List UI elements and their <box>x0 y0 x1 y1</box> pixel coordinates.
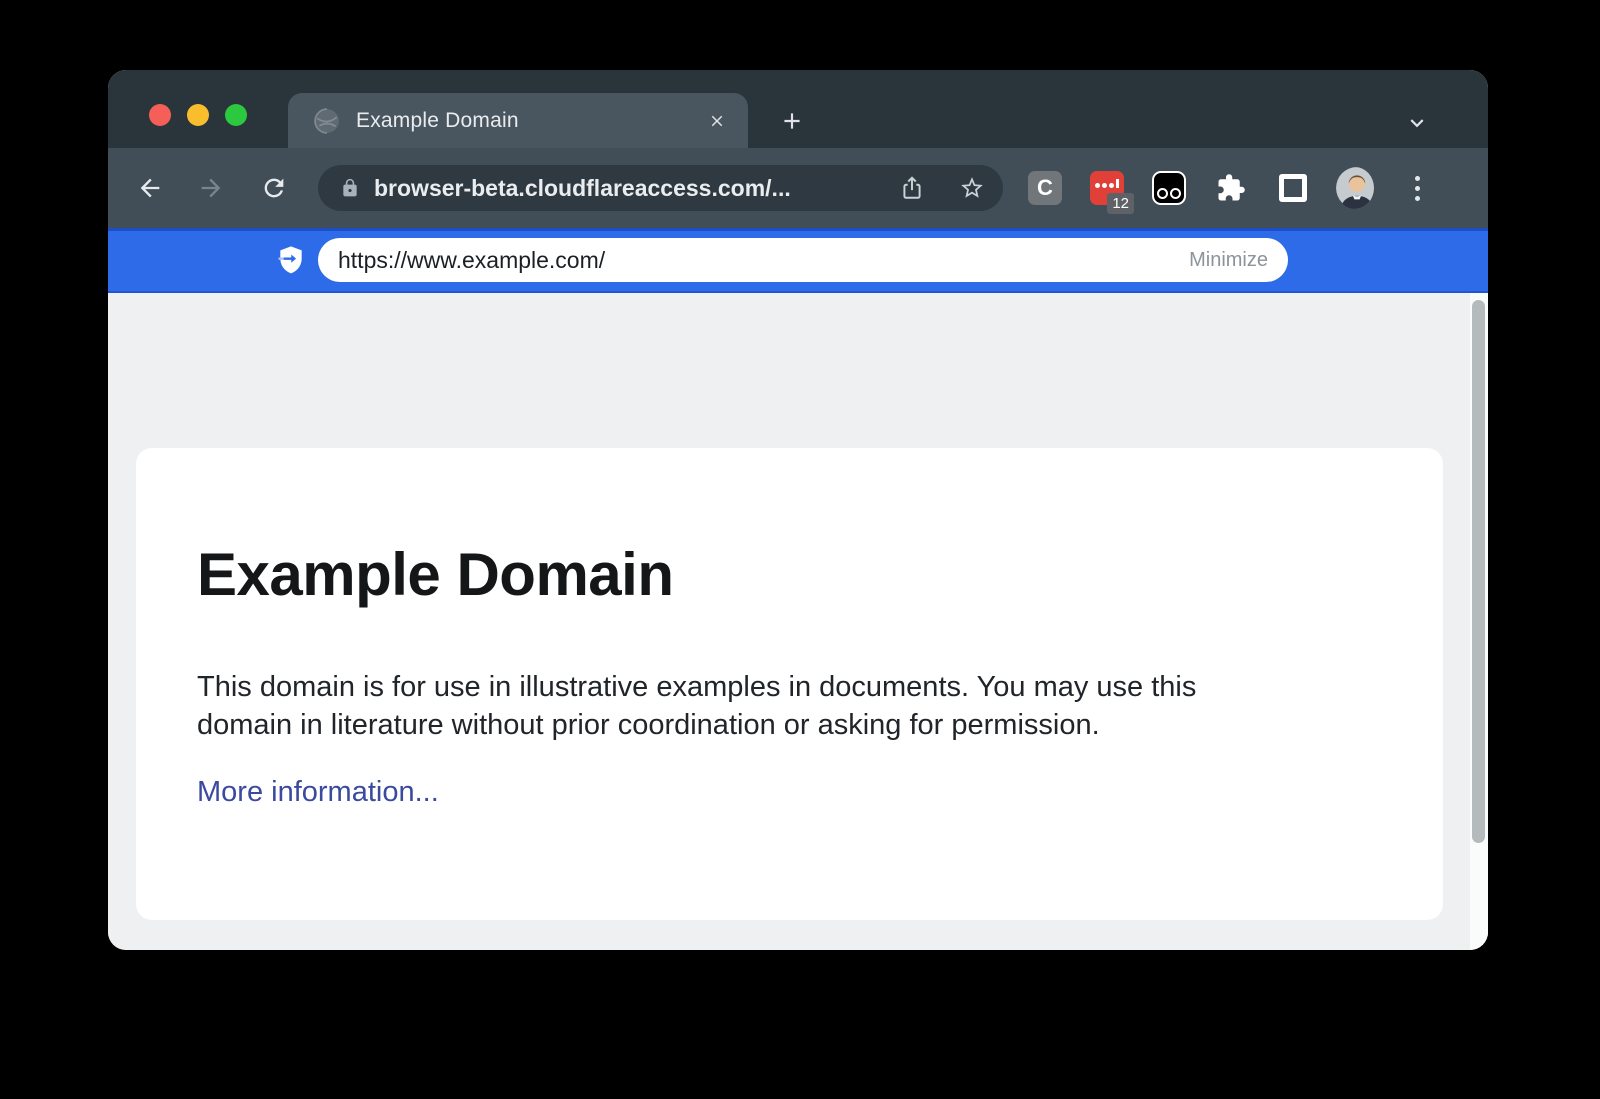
paragraph-line: This domain is for use in illustrative e… <box>197 668 1196 706</box>
side-panel-icon[interactable] <box>1274 148 1312 228</box>
binoculars-extension-icon[interactable] <box>1150 148 1188 228</box>
isolation-url-bar[interactable]: https://www.example.com/ Minimize <box>318 238 1288 282</box>
window-zoom-button[interactable] <box>225 104 247 126</box>
scrollbar-track[interactable] <box>1470 293 1488 950</box>
browser-menu-icon[interactable] <box>1398 148 1436 228</box>
forward-icon[interactable] <box>197 174 225 202</box>
red-dots-extension-icon[interactable]: 12 <box>1088 148 1126 228</box>
address-url[interactable]: browser-beta.cloudflareaccess.com/... <box>374 175 899 202</box>
more-information-link[interactable]: More information... <box>197 776 439 809</box>
window-minimize-button[interactable] <box>187 104 209 126</box>
extensions-puzzle-icon[interactable] <box>1212 148 1250 228</box>
back-icon[interactable] <box>136 174 164 202</box>
chevron-down-icon[interactable] <box>1404 110 1430 136</box>
browser-window: Example Domain browser-beta.cloudflareac <box>108 70 1488 950</box>
page-paragraph: This domain is for use in illustrative e… <box>197 668 1196 744</box>
profile-avatar[interactable] <box>1336 148 1374 228</box>
toolbar: browser-beta.cloudflareaccess.com/... C … <box>108 148 1488 228</box>
isolation-bar: https://www.example.com/ Minimize <box>108 228 1488 293</box>
page-heading: Example Domain <box>197 540 674 609</box>
lock-icon <box>340 178 360 198</box>
isolation-url[interactable]: https://www.example.com/ <box>338 247 1189 274</box>
tab-strip: Example Domain <box>108 70 1488 148</box>
extension-badge: 12 <box>1107 193 1134 214</box>
window-close-button[interactable] <box>149 104 171 126</box>
c-extension-icon[interactable]: C <box>1026 148 1064 228</box>
share-icon[interactable] <box>899 175 925 201</box>
browser-tab[interactable]: Example Domain <box>288 93 748 148</box>
scrollbar-thumb[interactable] <box>1472 300 1485 843</box>
extension-row: C 12 <box>1026 148 1436 228</box>
content-card: Example Domain This domain is for use in… <box>136 448 1443 920</box>
shield-arrow-icon <box>275 244 307 276</box>
tab-close-icon[interactable] <box>708 112 726 130</box>
star-icon[interactable] <box>959 175 985 201</box>
new-tab-icon[interactable] <box>779 108 805 134</box>
address-bar[interactable]: browser-beta.cloudflareaccess.com/... <box>318 165 1003 211</box>
reload-icon[interactable] <box>260 174 288 202</box>
minimize-button[interactable]: Minimize <box>1189 249 1268 272</box>
tab-title: Example Domain <box>356 109 519 133</box>
globe-icon <box>314 108 340 134</box>
page-viewport: Example Domain This domain is for use in… <box>108 293 1488 950</box>
paragraph-line: domain in literature without prior coord… <box>197 706 1196 744</box>
